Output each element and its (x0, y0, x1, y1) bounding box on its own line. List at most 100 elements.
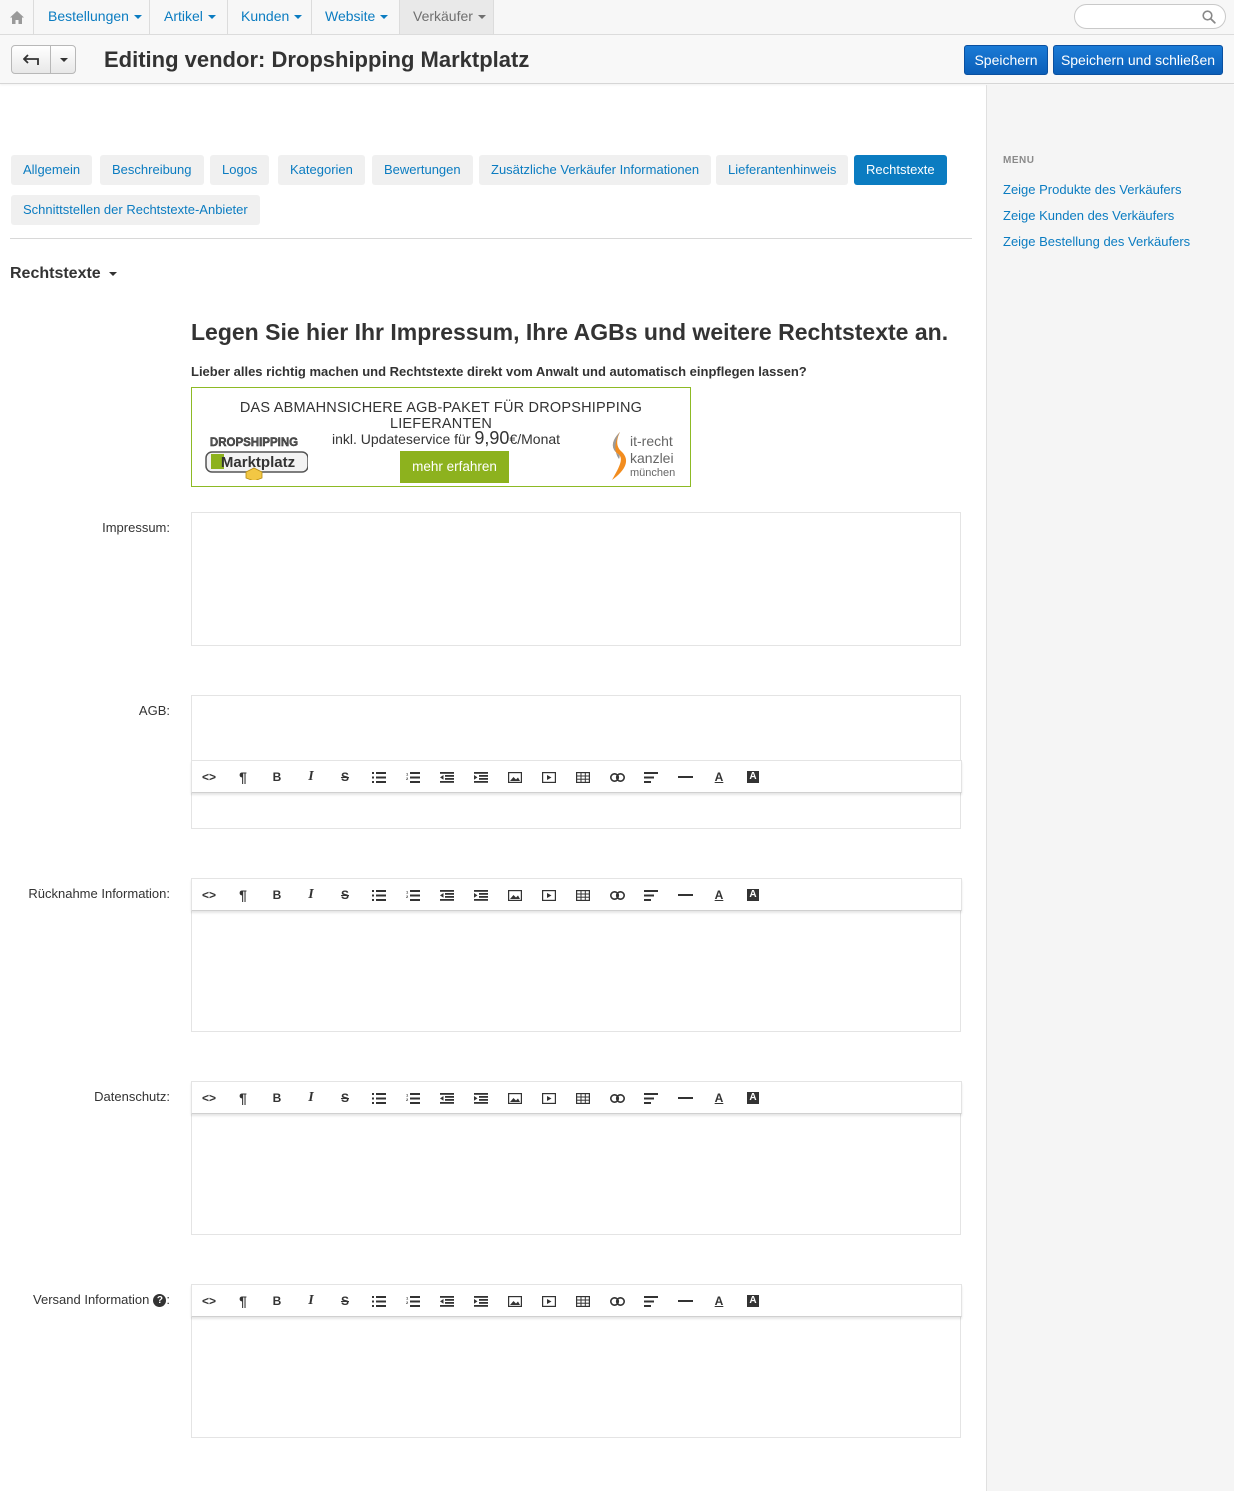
back-dropdown-toggle[interactable] (52, 46, 76, 73)
search-icon[interactable] (1202, 10, 1216, 24)
link-icon[interactable] (600, 879, 634, 911)
strikethrough-icon[interactable]: S (328, 1082, 362, 1114)
horizontal-rule-icon[interactable] (668, 761, 702, 793)
home-icon[interactable] (0, 0, 34, 34)
font-color-icon[interactable]: A (702, 1082, 736, 1114)
paragraph-icon[interactable]: ¶ (226, 761, 260, 793)
background-color-icon[interactable]: A (736, 761, 770, 793)
save-button[interactable]: Speichern (964, 45, 1048, 75)
image-icon[interactable] (498, 761, 532, 793)
italic-icon[interactable]: I (294, 1285, 328, 1317)
tab-bewertungen[interactable]: Bewertungen (372, 155, 473, 185)
font-color-icon[interactable]: A (702, 879, 736, 911)
italic-icon[interactable]: I (294, 879, 328, 911)
font-color-icon-glyph: A (714, 770, 724, 784)
outdent-icon[interactable] (430, 1285, 464, 1317)
font-color-icon[interactable]: A (702, 761, 736, 793)
paragraph-icon[interactable]: ¶ (226, 1082, 260, 1114)
bullet-list-icon[interactable] (362, 879, 396, 911)
table-icon[interactable] (566, 879, 600, 911)
horizontal-rule-icon[interactable] (668, 1285, 702, 1317)
sidebar-link-orders[interactable]: Zeige Bestellung des Verkäufers (1003, 234, 1190, 249)
save-and-close-button[interactable]: Speichern und schließen (1053, 45, 1223, 75)
bold-icon[interactable]: B (260, 1285, 294, 1317)
align-icon[interactable] (634, 761, 668, 793)
strikethrough-icon-glyph: S (340, 770, 349, 784)
image-icon[interactable] (498, 1082, 532, 1114)
background-color-icon[interactable]: A (736, 879, 770, 911)
horizontal-rule-icon[interactable] (668, 1082, 702, 1114)
tab-schnittstellen[interactable]: Schnittstellen der Rechtstexte-Anbieter (11, 195, 260, 225)
bold-icon[interactable]: B (260, 761, 294, 793)
table-icon[interactable] (566, 1285, 600, 1317)
nav-artikel[interactable]: Artikel (151, 0, 228, 34)
video-icon[interactable] (532, 1082, 566, 1114)
strikethrough-icon[interactable]: S (328, 1285, 362, 1317)
bullet-list-icon[interactable] (362, 1285, 396, 1317)
bold-icon[interactable]: B (260, 1082, 294, 1114)
outdent-icon[interactable] (430, 879, 464, 911)
strikethrough-icon[interactable]: S (328, 879, 362, 911)
link-icon[interactable] (600, 1082, 634, 1114)
link-icon[interactable] (600, 1285, 634, 1317)
sidebar-link-products[interactable]: Zeige Produkte des Verkäufers (1003, 182, 1182, 197)
nav-verkaeufer[interactable]: Verkäufer (400, 0, 494, 34)
indent-icon[interactable] (464, 879, 498, 911)
tab-rechtstexte[interactable]: Rechtstexte (854, 155, 947, 185)
html-icon[interactable]: <> (192, 879, 226, 911)
html-icon[interactable]: <> (192, 1082, 226, 1114)
nav-website[interactable]: Website (312, 0, 400, 34)
bullet-list-icon[interactable] (362, 761, 396, 793)
link-icon[interactable] (600, 761, 634, 793)
back-button[interactable] (12, 46, 51, 73)
background-color-icon[interactable]: A (736, 1285, 770, 1317)
datenschutz-toolbar: <> ¶ B I S 1 2 A A (191, 1081, 962, 1114)
image-icon[interactable] (498, 879, 532, 911)
impressum-editor[interactable] (191, 512, 961, 646)
html-icon[interactable]: <> (192, 1285, 226, 1317)
help-icon[interactable]: ? (153, 1294, 167, 1308)
italic-icon[interactable]: I (294, 1082, 328, 1114)
section-title[interactable]: Rechtstexte (10, 265, 117, 283)
mehr-erfahren-button[interactable]: mehr erfahren (400, 451, 509, 483)
nav-bestellungen[interactable]: Bestellungen (35, 0, 150, 34)
html-icon[interactable]: <> (192, 761, 226, 793)
table-icon[interactable] (566, 1082, 600, 1114)
outdent-icon[interactable] (430, 1082, 464, 1114)
numbered-list-icon[interactable]: 12 (396, 761, 430, 793)
indent-icon[interactable] (464, 1285, 498, 1317)
paragraph-icon[interactable]: ¶ (226, 1285, 260, 1317)
numbered-list-icon[interactable]: 12 (396, 879, 430, 911)
table-icon[interactable] (566, 761, 600, 793)
strikethrough-icon[interactable]: S (328, 761, 362, 793)
sidebar-link-customers[interactable]: Zeige Kunden des Verkäufers (1003, 208, 1174, 223)
indent-icon[interactable] (464, 1082, 498, 1114)
italic-icon[interactable]: I (294, 761, 328, 793)
bullet-list-icon[interactable] (362, 1082, 396, 1114)
video-icon[interactable] (532, 761, 566, 793)
tab-kategorien[interactable]: Kategorien (278, 155, 365, 185)
image-icon[interactable] (498, 1285, 532, 1317)
background-color-icon[interactable]: A (736, 1082, 770, 1114)
font-color-icon[interactable]: A (702, 1285, 736, 1317)
align-icon[interactable] (634, 1082, 668, 1114)
search-input[interactable] (1085, 9, 1203, 25)
tab-allgemein[interactable]: Allgemein (11, 155, 93, 185)
numbered-list-icon[interactable]: 12 (396, 1285, 430, 1317)
video-icon[interactable] (532, 879, 566, 911)
tab-lieferantenhinweis[interactable]: Lieferantenhinweis (716, 155, 849, 185)
tab-beschreibung[interactable]: Beschreibung (100, 155, 204, 185)
video-icon[interactable] (532, 1285, 566, 1317)
nav-kunden[interactable]: Kunden (228, 0, 312, 34)
align-icon[interactable] (634, 1285, 668, 1317)
promo-banner[interactable]: DAS ABMAHNSICHERE AGB-PAKET FÜR DROPSHIP… (191, 387, 691, 487)
paragraph-icon[interactable]: ¶ (226, 879, 260, 911)
indent-icon[interactable] (464, 761, 498, 793)
numbered-list-icon[interactable]: 12 (396, 1082, 430, 1114)
tab-logos[interactable]: Logos (210, 155, 270, 185)
align-icon[interactable] (634, 879, 668, 911)
outdent-icon[interactable] (430, 761, 464, 793)
bold-icon[interactable]: B (260, 879, 294, 911)
tab-zusaetzliche-informationen[interactable]: Zusätzliche Verkäufer Informationen (479, 155, 712, 185)
horizontal-rule-icon[interactable] (668, 879, 702, 911)
